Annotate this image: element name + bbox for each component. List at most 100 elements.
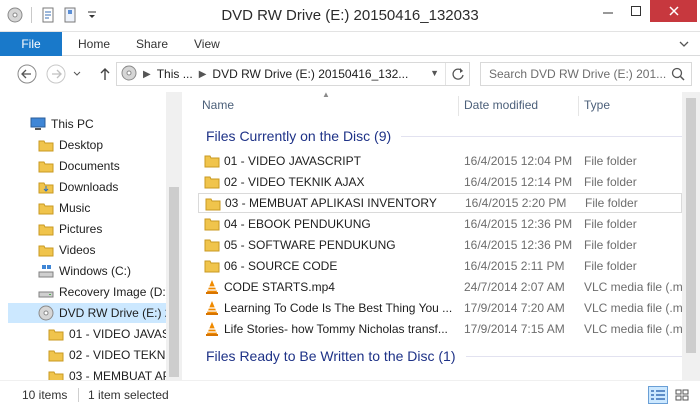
file-date: 16/4/2015 12:36 PM: [464, 217, 573, 231]
folder-icon: [48, 326, 64, 342]
tab-file[interactable]: File: [0, 32, 62, 56]
file-row[interactable]: 05 - SOFTWARE PENDUKUNG 16/4/2015 12:36 …: [198, 235, 682, 255]
navigation-pane: This PC Desktop Documents Downloads Musi…: [0, 92, 182, 380]
file-row[interactable]: 02 - VIDEO TEKNIK AJAX 16/4/2015 12:14 P…: [198, 172, 682, 192]
column-divider[interactable]: [578, 96, 579, 116]
nav-item-documents[interactable]: Documents: [38, 156, 120, 176]
file-list-scrollbar[interactable]: [682, 92, 700, 380]
breadcrumb-chevron-icon[interactable]: ▶: [199, 69, 207, 80]
details-view-icon: [651, 390, 665, 400]
file-row[interactable]: 04 - EBOOK PENDUKUNG 16/4/2015 12:36 PM …: [198, 214, 682, 234]
column-divider[interactable]: [458, 96, 459, 116]
search-placeholder: Search DVD RW Drive (E:) 201...: [489, 67, 667, 81]
title-bar: DVD RW Drive (E:) 20150416_132033: [0, 0, 700, 32]
nav-item-label: Music: [59, 201, 91, 215]
recent-locations-button[interactable]: [70, 63, 84, 85]
minimize-button[interactable]: [594, 0, 622, 22]
nav-item-label: 01 - VIDEO JAVASC: [69, 327, 179, 341]
expand-ribbon-button[interactable]: [676, 36, 692, 52]
file-type: VLC media file (.m: [584, 322, 682, 336]
details-view-button[interactable]: [648, 386, 668, 404]
file-row-selected[interactable]: 03 - MEMBUAT APLIKASI INVENTORY 16/4/201…: [198, 193, 682, 213]
group-divider: [401, 135, 682, 137]
tab-view[interactable]: View: [194, 32, 220, 56]
address-bar[interactable]: ▶ This ... ▶ DVD RW Drive (E:) 20150416_…: [116, 62, 470, 86]
file-date: 16/4/2015 12:04 PM: [464, 154, 573, 168]
nav-item-label: Downloads: [59, 180, 119, 194]
file-list: ▲ Name Date modified Type Files Currentl…: [186, 92, 682, 380]
folder-icon: [205, 196, 221, 212]
nav-item-folder-03[interactable]: 03 - MEMBUAT AP: [48, 366, 171, 380]
folder-icon: [204, 258, 220, 274]
disc-icon: [38, 305, 54, 321]
breadcrumb-this-pc[interactable]: This ...: [157, 67, 193, 81]
back-button[interactable]: [16, 63, 38, 85]
file-type: File folder: [584, 154, 637, 168]
tab-share[interactable]: Share: [136, 32, 168, 56]
file-type: File folder: [584, 238, 637, 252]
file-name: CODE STARTS.mp4: [224, 280, 335, 294]
large-icons-view-icon: [675, 389, 689, 401]
nav-item-windows-c[interactable]: Windows (C:): [38, 261, 131, 281]
file-row[interactable]: Learning To Code Is The Best Thing You .…: [198, 298, 682, 318]
file-row[interactable]: 01 - VIDEO JAVASCRIPT 16/4/2015 12:04 PM…: [198, 151, 682, 171]
file-row[interactable]: Life Stories- how Tommy Nicholas transf.…: [198, 319, 682, 339]
vlc-cone-icon: [204, 300, 220, 316]
large-icons-view-button[interactable]: [672, 386, 692, 404]
column-header-name[interactable]: Name: [202, 92, 234, 118]
nav-item-videos[interactable]: Videos: [38, 240, 95, 260]
file-type: File folder: [584, 217, 637, 231]
nav-item-label: 03 - MEMBUAT AP: [69, 369, 171, 380]
nav-item-label: Documents: [59, 159, 120, 173]
address-history-icon[interactable]: ▼: [430, 68, 439, 78]
nav-item-dvd-drive[interactable]: DVD RW Drive (E:) 20: [8, 303, 178, 323]
column-header-type[interactable]: Type: [584, 92, 610, 118]
breadcrumb-chevron-icon[interactable]: ▶: [143, 69, 151, 80]
group-divider: [465, 355, 682, 357]
nav-item-label: Pictures: [59, 222, 103, 236]
nav-item-downloads[interactable]: Downloads: [38, 177, 118, 197]
scrollbar-thumb[interactable]: [169, 187, 179, 377]
up-button[interactable]: [94, 63, 116, 85]
close-button[interactable]: [650, 0, 697, 22]
file-row[interactable]: 06 - SOURCE CODE 16/4/2015 2:11 PM File …: [198, 256, 682, 276]
column-header-date[interactable]: Date modified: [464, 92, 538, 118]
up-arrow-icon: [100, 68, 110, 80]
file-name: 04 - EBOOK PENDUKUNG: [224, 217, 371, 231]
file-name: Learning To Code Is The Best Thing You .…: [224, 301, 453, 315]
nav-item-folder-02[interactable]: 02 - VIDEO TEKNIK: [48, 345, 177, 365]
group-title: Files Currently on the Disc (9): [206, 128, 392, 144]
maximize-button[interactable]: [622, 0, 650, 22]
folder-icon: [204, 216, 220, 232]
nav-item-label: DVD RW Drive (E:) 20: [59, 306, 179, 320]
nav-item-folder-01[interactable]: 01 - VIDEO JAVASC: [48, 324, 179, 344]
nav-item-desktop[interactable]: Desktop: [38, 135, 103, 155]
forward-button[interactable]: [45, 63, 67, 85]
refresh-button[interactable]: [445, 63, 469, 85]
folder-icon: [38, 242, 54, 258]
nav-item-this-pc[interactable]: This PC: [30, 114, 94, 134]
group-header-on-disc[interactable]: Files Currently on the Disc (9): [206, 126, 682, 146]
file-date: 16/4/2015 2:20 PM: [465, 196, 567, 210]
nav-item-music[interactable]: Music: [38, 198, 90, 218]
chevron-down-icon: [73, 71, 81, 76]
status-divider: [78, 388, 79, 402]
breadcrumb-dvd-drive[interactable]: DVD RW Drive (E:) 20150416_132...: [212, 67, 408, 81]
search-input[interactable]: Search DVD RW Drive (E:) 201...: [480, 62, 692, 86]
navigation-pane-scrollbar[interactable]: [166, 92, 182, 380]
file-date: 16/4/2015 12:14 PM: [464, 175, 573, 189]
navigation-bar: ▶ This ... ▶ DVD RW Drive (E:) 20150416_…: [0, 57, 700, 89]
folder-icon: [38, 200, 54, 216]
group-header-ready[interactable]: Files Ready to Be Written to the Disc (1…: [206, 346, 682, 366]
folder-icon: [204, 237, 220, 253]
tab-home[interactable]: Home: [78, 32, 110, 56]
file-type: File folder: [584, 259, 637, 273]
scrollbar-thumb[interactable]: [686, 98, 696, 353]
back-arrow-icon: [17, 64, 37, 84]
nav-item-pictures[interactable]: Pictures: [38, 219, 102, 239]
minimize-icon: [603, 12, 613, 14]
search-icon[interactable]: [671, 67, 685, 84]
file-date: 16/4/2015 2:11 PM: [464, 259, 565, 273]
nav-item-recovery-d[interactable]: Recovery Image (D:): [38, 282, 170, 302]
file-row[interactable]: CODE STARTS.mp4 24/7/2014 2:07 AM VLC me…: [198, 277, 682, 297]
